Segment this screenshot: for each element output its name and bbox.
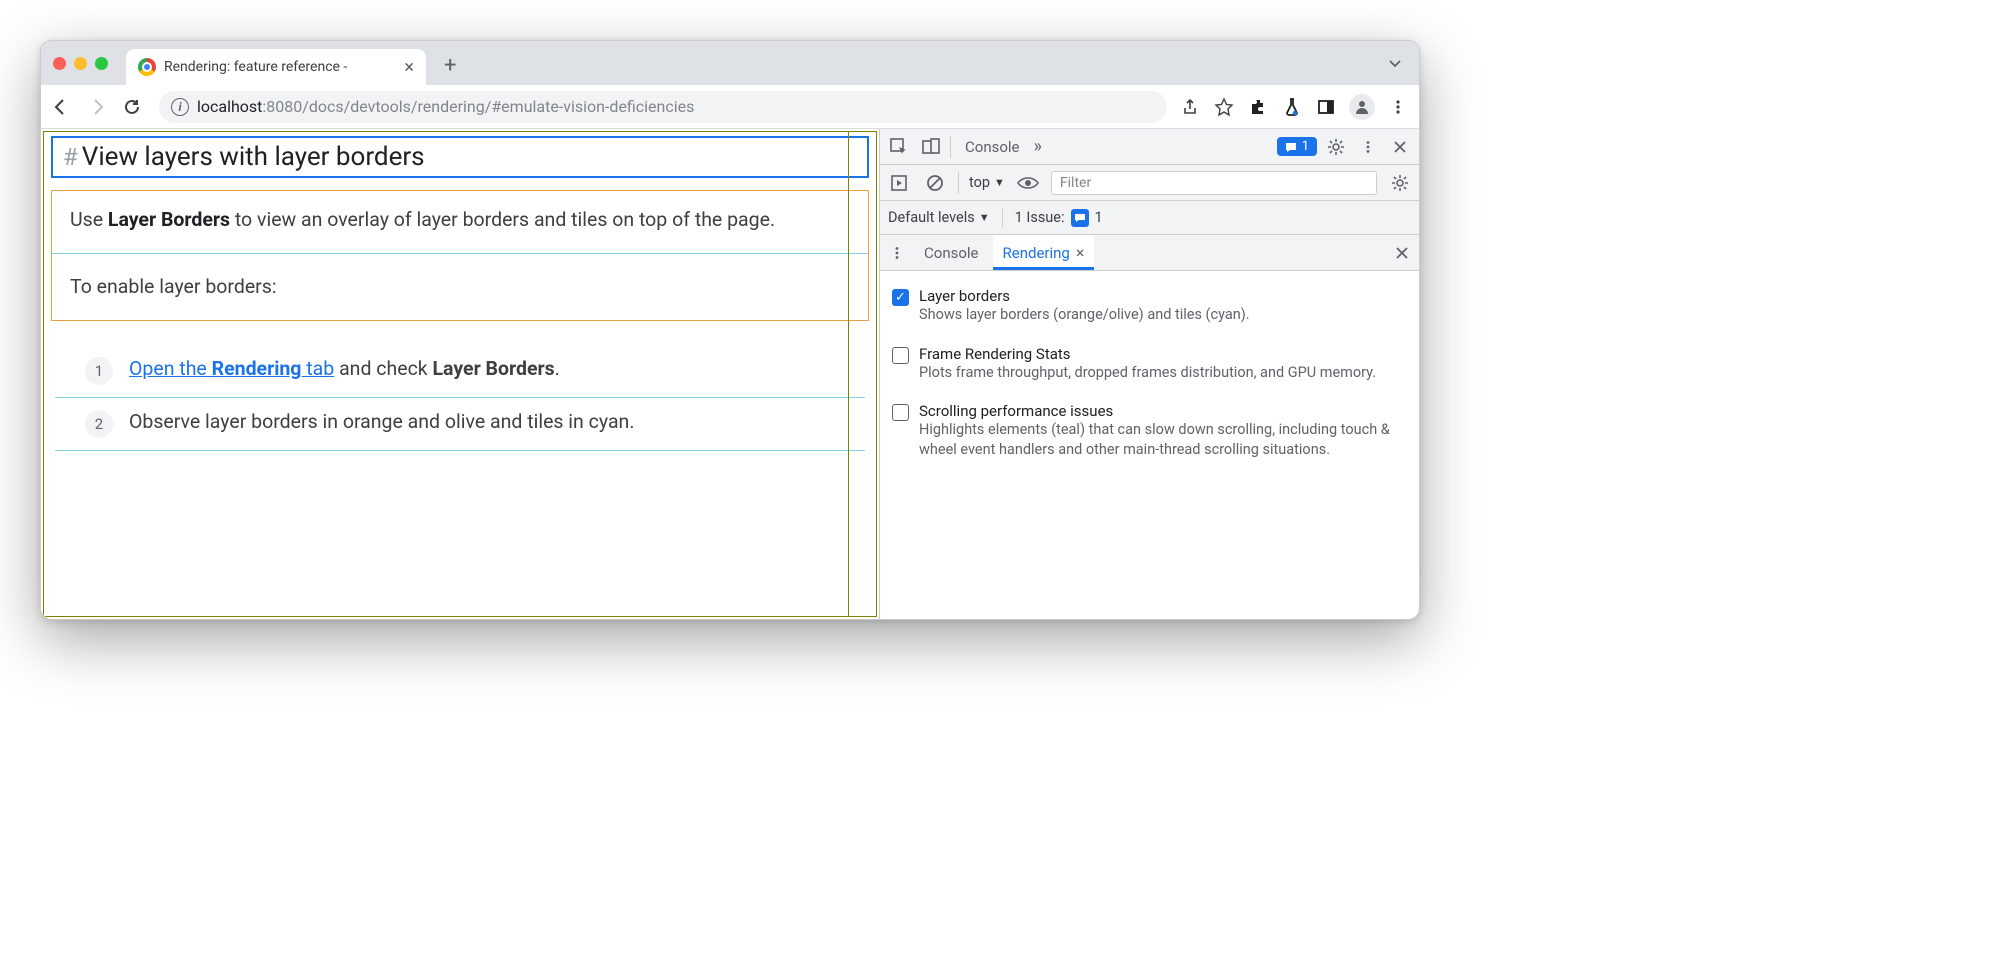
console-settings-icon[interactable] [1387, 170, 1413, 196]
settings-icon[interactable] [1323, 134, 1349, 160]
checkbox-layer-borders[interactable] [892, 289, 909, 306]
drawer-tabs: Console Rendering × [880, 235, 1419, 271]
site-info-icon[interactable]: i [171, 98, 189, 116]
drawer-kebab-icon[interactable] [884, 240, 910, 266]
console-toolbar: top ▼ Filter [880, 165, 1419, 201]
checkbox-frame-rendering-stats[interactable] [892, 347, 909, 364]
issues-pill[interactable]: 1 [1277, 137, 1317, 156]
issues-indicator[interactable]: 1 Issue: 1 [1015, 209, 1103, 227]
page-content: #View layers with layer borders Use Laye… [41, 129, 879, 619]
kebab-menu-icon[interactable] [1355, 134, 1381, 160]
devtools-main-toolbar: Console » 1 [880, 129, 1419, 165]
browser-window: Rendering: feature reference - × + i loc… [40, 40, 1420, 620]
option-scrolling-performance[interactable]: Scrolling performance issues Highlights … [890, 392, 1409, 469]
new-tab-button[interactable]: + [444, 53, 456, 78]
more-tabs-icon[interactable]: » [1034, 136, 1042, 157]
chrome-icon [138, 58, 156, 76]
devtools-tab-console[interactable]: Console [957, 138, 1028, 156]
bookmark-icon[interactable] [1213, 96, 1235, 118]
profile-avatar[interactable] [1349, 94, 1375, 120]
minimize-window-button[interactable] [74, 57, 87, 70]
console-filter-input[interactable]: Filter [1051, 171, 1377, 195]
tab-title: Rendering: feature reference - [164, 59, 347, 75]
option-layer-borders[interactable]: Layer borders Shows layer borders (orang… [890, 277, 1409, 335]
close-tab-icon[interactable]: × [404, 57, 414, 78]
url-text: localhost:8080/docs/devtools/rendering/#… [197, 97, 694, 116]
context-selector[interactable]: top ▼ [969, 174, 1005, 191]
back-button[interactable] [51, 97, 75, 117]
clear-console-icon[interactable] [922, 170, 948, 196]
live-expression-icon[interactable] [1015, 170, 1041, 196]
close-drawer-icon[interactable] [1389, 240, 1415, 266]
window-controls [53, 57, 108, 70]
address-bar[interactable]: i localhost:8080/docs/devtools/rendering… [159, 91, 1167, 123]
maximize-window-button[interactable] [95, 57, 108, 70]
device-toolbar-icon[interactable] [918, 134, 944, 160]
close-devtools-icon[interactable] [1387, 134, 1413, 160]
rendering-panel: Layer borders Shows layer borders (orang… [880, 271, 1419, 619]
drawer-tab-rendering[interactable]: Rendering × [993, 235, 1095, 270]
browser-tab[interactable]: Rendering: feature reference - × [126, 49, 426, 85]
drawer-tab-console[interactable]: Console [914, 236, 989, 270]
menu-icon[interactable] [1387, 96, 1409, 118]
close-window-button[interactable] [53, 57, 66, 70]
side-panel-icon[interactable] [1315, 96, 1337, 118]
labs-icon[interactable] [1281, 96, 1303, 118]
issue-badge-icon [1071, 209, 1089, 227]
console-status-bar: Default levels▼ 1 Issue: 1 [880, 201, 1419, 235]
extensions-icon[interactable] [1247, 96, 1269, 118]
execution-play-icon[interactable] [886, 170, 912, 196]
close-drawer-tab-icon[interactable]: × [1076, 243, 1085, 262]
toolbar: i localhost:8080/docs/devtools/rendering… [41, 85, 1419, 129]
share-icon[interactable] [1179, 96, 1201, 118]
tab-search-icon[interactable] [1387, 55, 1403, 71]
option-frame-rendering-stats[interactable]: Frame Rendering Stats Plots frame throug… [890, 335, 1409, 393]
inspect-element-icon[interactable] [886, 134, 912, 160]
devtools-panel: Console » 1 [879, 129, 1419, 619]
checkbox-scrolling-performance[interactable] [892, 404, 909, 421]
tab-strip: Rendering: feature reference - × + [41, 41, 1419, 85]
log-levels-selector[interactable]: Default levels▼ [888, 209, 990, 226]
forward-button[interactable] [87, 97, 111, 117]
reload-button[interactable] [123, 98, 147, 116]
